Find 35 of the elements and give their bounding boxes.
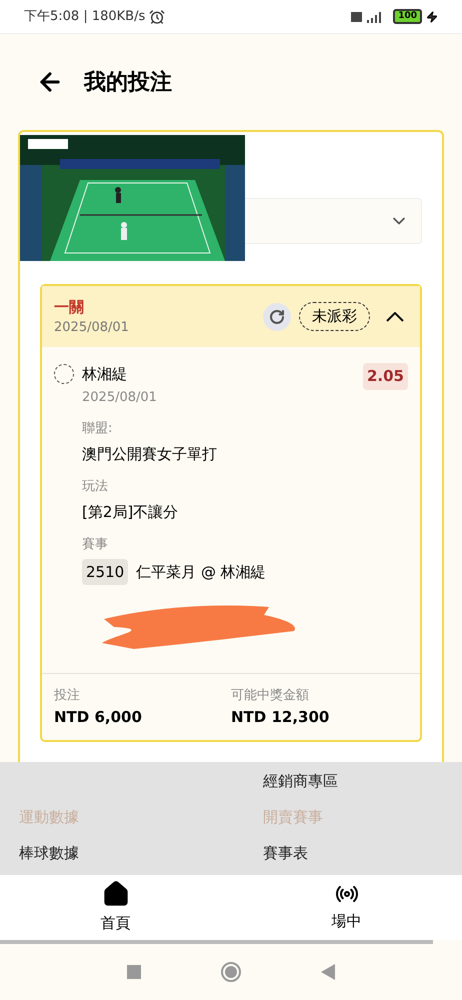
menu-link[interactable]: 賽事表 [263,844,308,862]
selection-date: 2025/08/01 [82,388,158,406]
battery-icon: 100 [393,9,422,24]
field-value: 仁平菜月 @ 林湘緹 [136,562,266,582]
slip-date: 2025/08/01 [54,319,129,337]
nav-tab[interactable]: 場中 [231,875,462,940]
refresh-button[interactable] [263,302,291,330]
field-label: 玩法 [82,478,109,496]
charging-icon [426,10,438,22]
field-label: 聯盟: [82,420,114,438]
refresh-icon [269,308,285,324]
alarm-icon [149,8,166,24]
chevron-up-icon [386,312,404,322]
event-code: 2510 [82,558,128,585]
back-nav-button[interactable] [321,964,335,980]
total-label: 投注 [54,687,81,705]
total-amount: NTD 6,000 [54,706,143,728]
total-label: 可能中獎金額 [231,687,310,705]
home-button[interactable] [221,962,241,982]
status-time: 下午5:08 | 180KB/s [24,8,146,26]
total-amount: NTD 12,300 [231,706,330,728]
field-value: [第2局]不讓分 [82,502,180,522]
nav-tab[interactable]: 首頁 [0,875,231,940]
field-label: 賽事 [82,536,109,554]
menu-link[interactable]: 經銷商專區 [263,772,338,790]
status-badge: 未派彩 [299,302,370,331]
menu-link[interactable]: 棒球數據 [19,844,79,862]
menu-category: 開賣賽事 [263,808,323,826]
page-title: 我的投注 [84,68,172,96]
selection-name: 林湘緹 [82,364,127,385]
field-value: 澳門公開賽女子單打 [82,444,218,464]
menu-category: 運動數據 [19,808,79,826]
slip-title: 一關 [54,296,85,318]
home-icon [102,880,130,908]
odds-value: 2.05 [362,363,408,390]
